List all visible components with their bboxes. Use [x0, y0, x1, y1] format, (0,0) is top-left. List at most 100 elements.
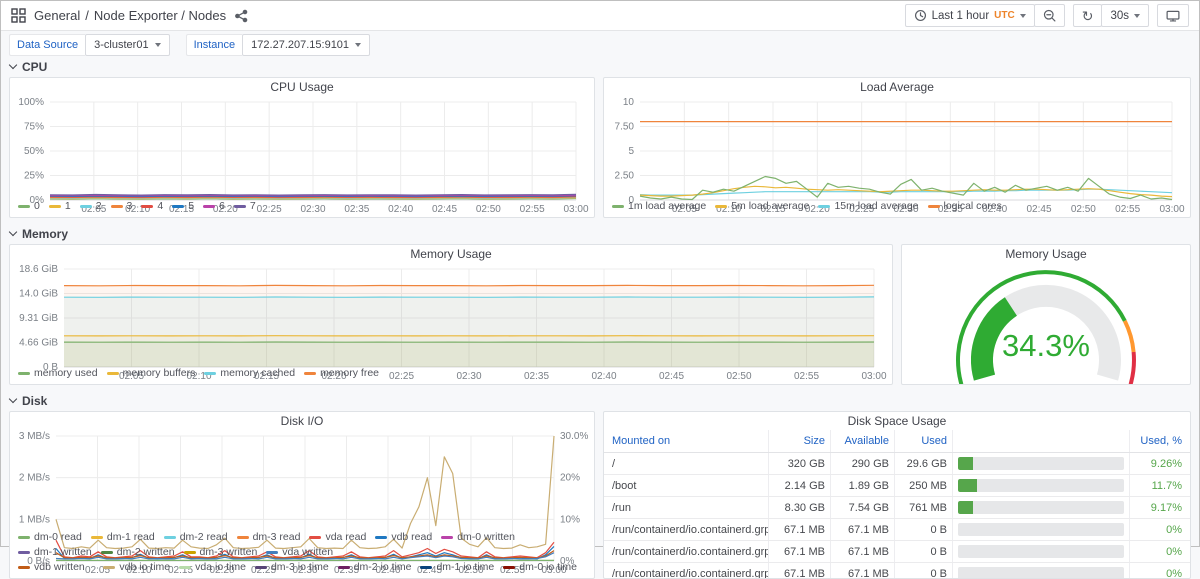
memory-usage-gauge-title[interactable]: Memory Usage: [902, 245, 1190, 263]
legend-item[interactable]: dm-1 read: [91, 530, 155, 545]
time-range-picker[interactable]: Last 1 hour UTC: [905, 4, 1035, 27]
table-cell: /run/containerd/io.containerd.grpc...: [604, 541, 769, 562]
legend-item[interactable]: vda read: [309, 530, 366, 545]
legend-item[interactable]: dm-1 written: [18, 545, 92, 560]
disk-io-chart[interactable]: 0 B/s1 MB/s2 MB/s3 MB/s0%10%20%30.0%02:0…: [10, 430, 594, 530]
table-header-cell[interactable]: Mounted on: [604, 430, 769, 452]
table-header-cell[interactable]: Available: [831, 430, 895, 452]
load-average-panel-title[interactable]: Load Average: [604, 78, 1190, 96]
legend-item[interactable]: dm-2 written: [101, 545, 175, 560]
legend-item[interactable]: 7: [234, 199, 256, 214]
legend-item[interactable]: vdb read: [375, 530, 432, 545]
legend-item[interactable]: 5m load average: [715, 199, 809, 214]
memory-usage-panel-title[interactable]: Memory Usage: [10, 245, 892, 263]
legend-label: dm-1 read: [107, 530, 155, 545]
legend-item[interactable]: vda io time: [179, 560, 246, 575]
kiosk-mode-button[interactable]: [1157, 4, 1189, 27]
table-header-cell[interactable]: Size: [769, 430, 831, 452]
legend-item[interactable]: dm-0 io time: [503, 560, 577, 575]
legend-swatch: [49, 205, 61, 208]
memory-usage-chart[interactable]: 0 B4.66 GiB9.31 GiB14.0 GiB18.6 GiB02:05…: [10, 263, 892, 366]
legend-item[interactable]: memory free: [304, 366, 379, 381]
legend-label: 1: [65, 199, 71, 214]
legend-item[interactable]: dm-2 read: [164, 530, 228, 545]
table-header-cell[interactable]: [953, 430, 1130, 452]
legend-item[interactable]: 2: [80, 199, 102, 214]
legend-label: dm-0 io time: [519, 560, 577, 575]
legend-swatch: [184, 551, 196, 554]
instance-picker[interactable]: 172.27.207.15:9101: [242, 34, 370, 56]
breadcrumb-folder[interactable]: General: [34, 8, 80, 23]
used-percent-cell: 9.26%: [1130, 453, 1190, 474]
zoom-out-button[interactable]: [1034, 4, 1065, 27]
instance-field: Instance 172.27.207.15:9101: [186, 34, 370, 56]
legend-item[interactable]: memory used: [18, 366, 98, 381]
legend-item[interactable]: 0: [18, 199, 40, 214]
table-cell: 67.1 MB: [831, 541, 895, 562]
legend-item[interactable]: memory cached: [204, 366, 295, 381]
section-title-memory: Memory: [22, 227, 68, 241]
section-header-memory[interactable]: Memory: [1, 226, 1199, 242]
chevron-down-icon: [9, 228, 17, 236]
legend-swatch: [101, 551, 113, 554]
table-cell: /boot: [604, 475, 769, 496]
svg-text:2.50: 2.50: [615, 171, 635, 182]
legend-item[interactable]: dm-0 written: [441, 530, 515, 545]
legend-item[interactable]: 15m load average: [818, 199, 918, 214]
table-row: /run8.30 GB7.54 GB761 MB9.17%: [604, 497, 1190, 519]
table-header-cell[interactable]: Used, %: [1130, 430, 1190, 452]
legend-swatch: [203, 205, 215, 208]
legend-item[interactable]: logical cores: [928, 199, 1002, 214]
refresh-interval-picker[interactable]: 30s: [1101, 4, 1149, 27]
share-icon[interactable]: [234, 9, 248, 23]
legend-label: 5: [188, 199, 194, 214]
legend-item[interactable]: dm-0 read: [18, 530, 82, 545]
svg-text:30.0%: 30.0%: [560, 431, 588, 442]
breadcrumb[interactable]: General / Node Exporter / Nodes: [34, 8, 226, 23]
table-cell: 67.1 MB: [831, 519, 895, 540]
legend-swatch: [266, 551, 278, 554]
disk-io-panel-title[interactable]: Disk I/O: [10, 412, 594, 430]
monitor-icon: [1166, 9, 1180, 23]
section-header-cpu[interactable]: CPU: [1, 59, 1199, 75]
svg-text:100%: 100%: [18, 97, 44, 108]
legend-item[interactable]: dm-2 io time: [338, 560, 412, 575]
dashboard-grid-icon[interactable]: [11, 8, 26, 23]
legend-label: dm-0 written: [457, 530, 515, 545]
legend-item[interactable]: 1: [49, 199, 71, 214]
legend-item[interactable]: dm-3 io time: [255, 560, 329, 575]
legend-item[interactable]: 5: [172, 199, 194, 214]
legend-item[interactable]: 3: [111, 199, 133, 214]
datasource-picker[interactable]: 3-cluster01: [85, 34, 169, 56]
disk-space-usage-title[interactable]: Disk Space Usage: [604, 412, 1190, 430]
legend-item[interactable]: vdb written: [18, 560, 85, 575]
memory-usage-legend: memory used memory buffers memory cached me…: [10, 366, 892, 384]
table-header-cell[interactable]: Used: [895, 430, 953, 452]
legend-item[interactable]: memory buffers: [107, 366, 196, 381]
legend-item[interactable]: vdb io time: [103, 560, 170, 575]
legend-item[interactable]: dm-1 io time: [420, 560, 494, 575]
section-header-disk[interactable]: Disk: [1, 393, 1199, 409]
table-cell: 67.1 MB: [831, 563, 895, 578]
legend-item[interactable]: 1m load average: [612, 199, 706, 214]
breadcrumb-dashboard[interactable]: Node Exporter / Nodes: [94, 8, 226, 23]
datasource-value: 3-cluster01: [94, 39, 148, 51]
memory-usage-gauge[interactable]: 34.3%: [902, 263, 1190, 384]
legend-item[interactable]: dm-3 written: [184, 545, 258, 560]
legend-item[interactable]: 4: [141, 199, 163, 214]
used-percent-cell: 0%: [1130, 519, 1190, 540]
table-row: /run/containerd/io.containerd.grpc... 67.…: [604, 563, 1190, 578]
chevron-down-icon: [355, 43, 361, 47]
table-cell: /run/containerd/io.containerd.grpc...: [604, 563, 769, 578]
legend-item[interactable]: vda written: [266, 545, 333, 560]
legend-item[interactable]: dm-3 read: [237, 530, 301, 545]
load-average-chart[interactable]: 02.5057.501002:0502:1002:1502:2002:2502:…: [604, 96, 1190, 199]
chevron-down-icon: [155, 43, 161, 47]
legend-label: dm-2 written: [117, 545, 175, 560]
cpu-usage-chart[interactable]: 0%25%50%75%100%02:0502:1002:1502:2002:25…: [10, 96, 594, 199]
legend-swatch: [255, 566, 267, 569]
instance-label: Instance: [186, 34, 243, 56]
legend-item[interactable]: 6: [203, 199, 225, 214]
cpu-usage-panel-title[interactable]: CPU Usage: [10, 78, 594, 96]
refresh-button[interactable]: ↻: [1073, 4, 1103, 27]
